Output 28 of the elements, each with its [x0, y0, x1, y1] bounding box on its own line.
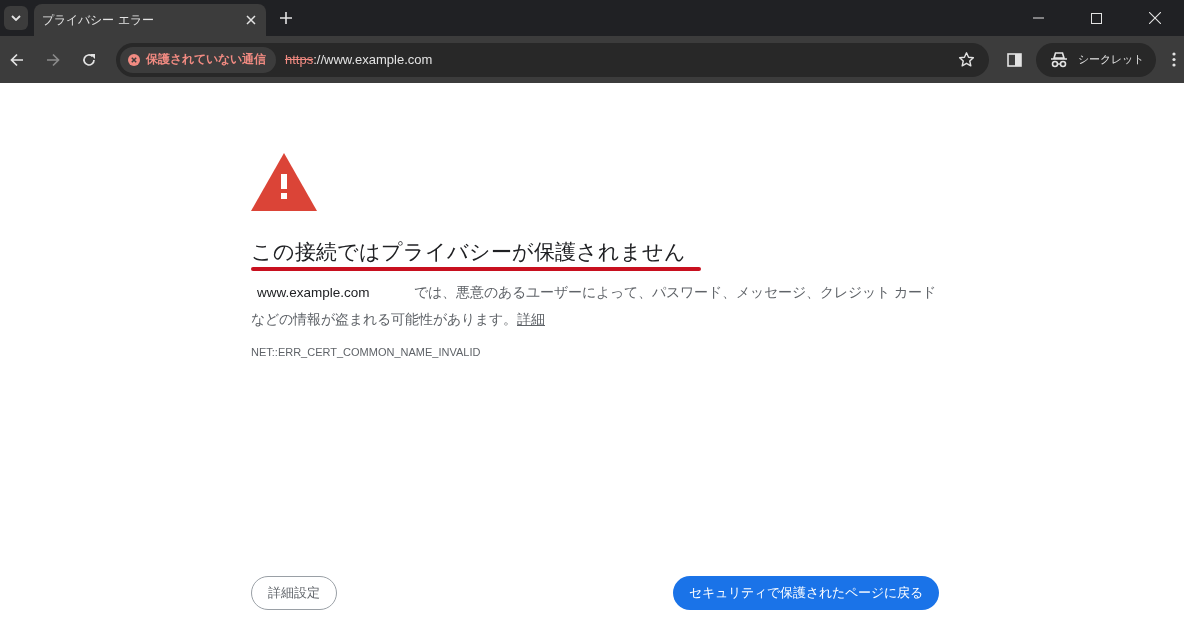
menu-icon[interactable]	[1172, 52, 1176, 67]
back-to-safety-button[interactable]: セキュリティで保護されたページに戻る	[673, 576, 939, 610]
details-link[interactable]: 詳細	[517, 311, 545, 328]
new-tab-icon[interactable]	[280, 12, 292, 24]
browser-tab[interactable]: プライバシー エラー	[34, 4, 266, 36]
advanced-button[interactable]: 詳細設定	[251, 576, 337, 610]
heading: この接続ではプライバシーが保護されません	[251, 239, 686, 266]
tab-search-button[interactable]	[4, 6, 28, 30]
tab-title: プライバシー エラー	[42, 11, 154, 29]
warning-icon	[251, 153, 317, 211]
reload-icon[interactable]	[82, 52, 96, 67]
back-arrow-icon[interactable]	[10, 52, 24, 67]
address-bar[interactable]: 保護されていない通信 https://www.example.com	[116, 42, 989, 77]
error-icon	[128, 53, 140, 66]
maximize-icon[interactable]	[1091, 12, 1102, 24]
security-chip[interactable]: 保護されていない通信	[120, 46, 276, 73]
close-icon[interactable]	[1149, 12, 1161, 24]
close-icon[interactable]	[246, 15, 256, 25]
chevron-down-icon	[11, 15, 21, 21]
incognito-button[interactable]: シークレット	[1036, 42, 1156, 77]
security-warning: 保護されていない通信	[146, 51, 266, 68]
side-panel-icon[interactable]	[1007, 52, 1022, 67]
warning-message: www.example.com では、悪意のあるユーザーによって、パスワード、メッセージ、クレジット カードなどの情報が盗まれる可能性があります。詳細	[251, 283, 937, 330]
star-icon[interactable]	[958, 51, 975, 68]
error-code: NET::ERR_CERT_COMMON_NAME_INVALID	[251, 346, 481, 359]
url-text: https://www.example.com	[285, 52, 433, 67]
forward-arrow-icon[interactable]	[46, 52, 60, 67]
incognito-icon	[1050, 51, 1068, 68]
